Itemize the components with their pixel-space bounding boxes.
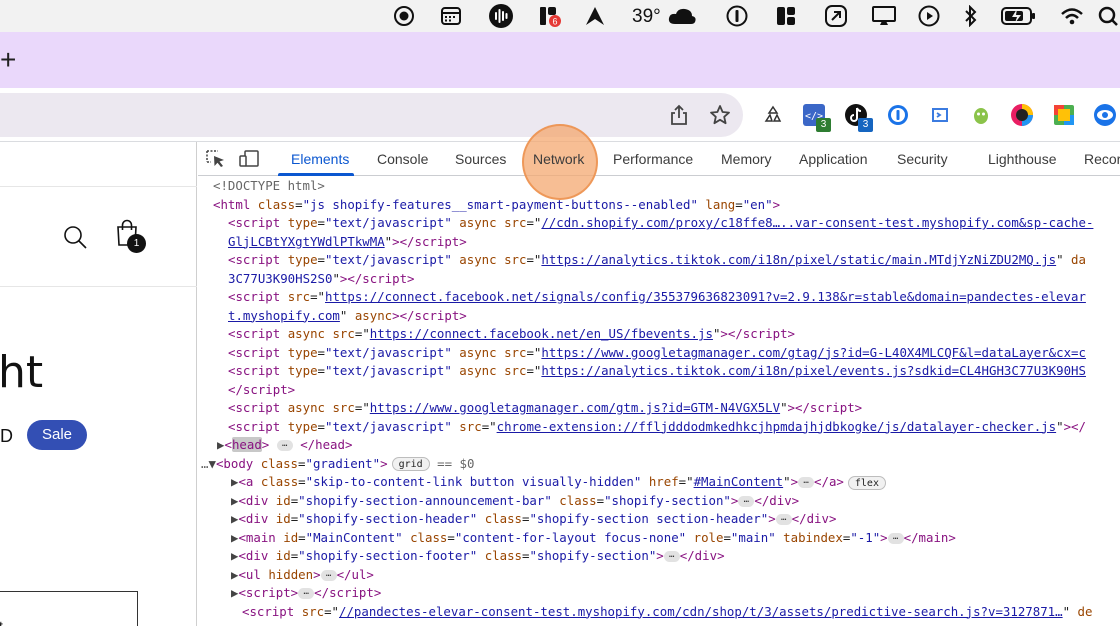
header-divider <box>0 186 197 187</box>
dom-node-script[interactable]: <script type="text/javascript" async src… <box>228 214 1093 233</box>
search-icon[interactable] <box>1096 4 1120 28</box>
bluetooth-icon[interactable] <box>961 4 981 28</box>
dom-node-div[interactable]: ▶<div id="shopify-section-announcement-b… <box>231 492 799 511</box>
dom-node-head[interactable]: ▶<head> … </head> <box>217 436 352 455</box>
share-icon[interactable] <box>666 102 692 128</box>
tab-performance[interactable]: Performance <box>613 142 693 176</box>
record-icon[interactable] <box>392 4 416 28</box>
battery-icon[interactable] <box>1000 4 1038 28</box>
tab-network[interactable]: Network <box>533 142 584 176</box>
tab-application[interactable]: Application <box>799 142 868 176</box>
tiktok-extension-badge: 3 <box>858 118 873 132</box>
colorpicker-extension-icon[interactable] <box>1009 102 1035 128</box>
calendar-icon[interactable] <box>439 4 463 28</box>
page-input-text: t <box>0 618 3 626</box>
new-tab-button[interactable]: + <box>0 42 22 78</box>
dom-node-script[interactable]: <script type="text/javascript" async src… <box>228 362 1086 381</box>
layout-icon[interactable] <box>774 4 798 28</box>
tab-lighthouse[interactable]: Lighthouse <box>988 142 1057 176</box>
dom-node-script[interactable]: <script type="text/javascript" src="chro… <box>228 418 1086 437</box>
dom-node-script[interactable]: <script src="//pandectes-elevar-consent-… <box>242 603 1092 622</box>
inspector-extension-icon[interactable] <box>927 102 953 128</box>
arrow-a-icon[interactable] <box>583 4 607 28</box>
tab-memory[interactable]: Memory <box>721 142 772 176</box>
tab-strip: + <box>0 32 1120 88</box>
audio-waves-icon[interactable] <box>488 4 514 28</box>
tab-elements[interactable]: Elements <box>291 142 349 176</box>
dom-node-main[interactable]: ▶<main id="MainContent" class="content-f… <box>231 529 956 548</box>
dom-node-script[interactable]: <script type="text/javascript" async src… <box>228 251 1086 270</box>
devtools-tab-bar: Elements Console Sources Network Perform… <box>198 124 1120 200</box>
product-title: ht <box>0 347 44 398</box>
code-extension-badge: 3 <box>816 118 831 132</box>
sale-badge: Sale <box>27 420 87 450</box>
dom-node-ul[interactable]: ▶<ul hidden>… </ul> <box>231 566 374 585</box>
product-price: D <box>0 426 13 446</box>
chain-link-app-icon[interactable] <box>824 4 848 28</box>
dom-node-script-close[interactable]: </script> <box>228 381 295 400</box>
cloud-icon[interactable] <box>666 4 698 28</box>
bug-extension-icon[interactable] <box>968 102 994 128</box>
svg-text:6: 6 <box>552 17 557 27</box>
site-search-icon[interactable] <box>62 224 88 255</box>
bookmark-star-icon[interactable] <box>707 102 733 128</box>
cart-count-badge: 1 <box>127 234 146 253</box>
dom-node-body[interactable]: …▼<body class="gradient"> grid == $0 <box>201 455 474 474</box>
doctype-node[interactable]: <!DOCTYPE html> <box>213 177 325 196</box>
header-bottom-divider <box>0 286 197 287</box>
recycle-extension-icon[interactable] <box>760 102 786 128</box>
tab-console[interactable]: Console <box>377 142 428 176</box>
inspect-element-icon[interactable] <box>206 150 226 173</box>
dom-node-a[interactable]: ▶<a class="skip-to-content-link button v… <box>231 473 886 492</box>
eye-extension-icon[interactable] <box>1092 102 1118 128</box>
code-extension-icon[interactable]: </> 3 <box>801 102 831 132</box>
notification-app-icon[interactable]: 6 <box>538 4 562 28</box>
dom-node-div[interactable]: ▶<div id="shopify-section-footer" class=… <box>231 547 725 566</box>
address-bar[interactable] <box>0 93 743 137</box>
tiktok-extension-icon[interactable]: 3 <box>843 102 873 132</box>
active-tab-indicator <box>278 173 354 176</box>
dom-node-html[interactable]: <html class="js shopify-features__smart-… <box>213 196 780 215</box>
dom-node-div[interactable]: ▶<div id="shopify-section-header" class=… <box>231 510 836 529</box>
dom-node-script[interactable]: <script async src="https://connect.faceb… <box>228 325 795 344</box>
dom-node-script-cont[interactable]: 3C77U3K90HS2S0"></script> <box>228 270 415 289</box>
tab-recorder[interactable]: Recor <box>1084 142 1120 176</box>
device-toolbar-icon[interactable] <box>238 150 260 173</box>
dom-node-script[interactable]: <script type="text/javascript" async src… <box>228 344 1086 363</box>
dom-node-script[interactable]: <script src="https://connect.facebook.ne… <box>228 288 1086 307</box>
weather-temperature[interactable]: 39° <box>632 6 661 28</box>
web-page: 1 ht D Sale t <box>0 142 197 626</box>
dom-node-script[interactable]: ▶<script>… </script> <box>231 584 381 603</box>
page-input-field[interactable]: t <box>0 591 138 626</box>
play-icon[interactable] <box>917 4 941 28</box>
tag-assistant-extension-icon[interactable] <box>1051 102 1077 128</box>
wifi-icon[interactable] <box>1059 4 1085 28</box>
dom-node-script-cont[interactable]: GljLCBtYXgtYWdlPTkwMA"></script> <box>228 233 467 252</box>
dom-node-script[interactable]: <script async src="https://www.googletag… <box>228 399 862 418</box>
onepassword-icon[interactable] <box>725 4 749 28</box>
devtools-panel: Elements Console Sources Network Perform… <box>198 124 1120 626</box>
tab-security[interactable]: Security <box>897 142 948 176</box>
display-icon[interactable] <box>871 4 897 28</box>
dom-tree[interactable]: <!DOCTYPE html> <html class="js shopify-… <box>198 177 1120 626</box>
tab-sources[interactable]: Sources <box>455 142 506 176</box>
dom-node-script-cont[interactable]: t.myshopify.com" async></script> <box>228 307 467 326</box>
onepassword-extension-icon[interactable] <box>885 102 911 128</box>
menu-bar: 6 39° <box>0 0 1120 32</box>
